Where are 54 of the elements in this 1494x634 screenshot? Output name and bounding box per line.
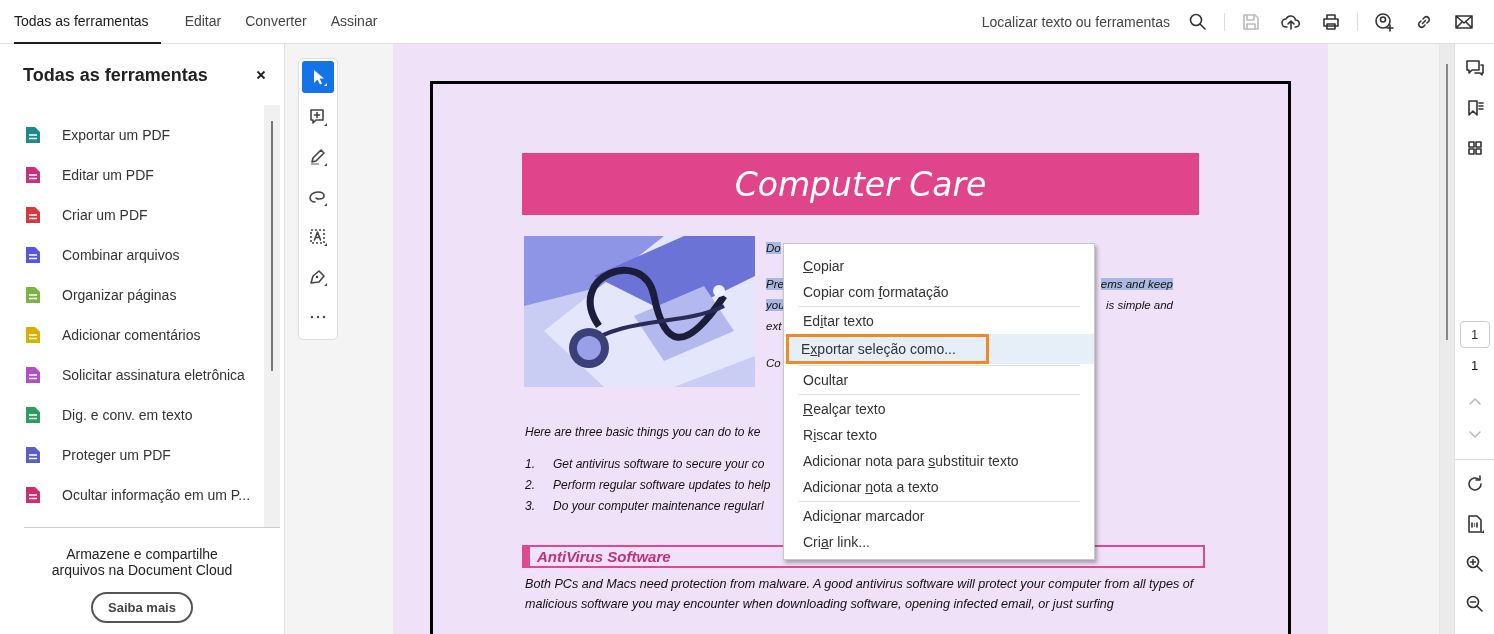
tab[interactable]: Converter xyxy=(233,0,319,44)
text-fragment: Co xyxy=(766,356,781,369)
menu-item[interactable]: Copiar com formatação xyxy=(786,279,1092,305)
text-fragment: ext xyxy=(766,319,782,332)
learn-more-button[interactable]: Saiba mais xyxy=(91,592,193,623)
menu-item[interactable]: Copiar xyxy=(786,253,1092,279)
tool-item[interactable]: Exportar um PDF xyxy=(24,115,264,155)
tab[interactable]: Todas as ferramentas xyxy=(14,0,161,44)
text-fragment: Pre xyxy=(766,277,784,290)
tool-item[interactable]: Solicitar assinatura eletrônica xyxy=(24,355,264,395)
scrollbar[interactable] xyxy=(264,105,280,527)
menu-item[interactable]: Adicionar nota para substituir texto xyxy=(786,448,1092,474)
menu-item[interactable]: Riscar texto xyxy=(786,422,1092,448)
tool-item[interactable]: Combinar arquivos xyxy=(24,235,264,275)
menu-item[interactable]: Realçar texto xyxy=(786,396,1092,422)
search-icon[interactable] xyxy=(1188,11,1208,32)
search-label[interactable]: Localizar texto ou ferramentas xyxy=(981,13,1170,30)
menu-item[interactable]: Adicionar nota a texto xyxy=(786,474,1092,500)
scrollbar[interactable] xyxy=(1439,44,1454,634)
page-count: 1 xyxy=(1470,358,1479,374)
panel-title: Todas as ferramentas xyxy=(23,64,208,86)
tool-item[interactable]: Proteger um PDF xyxy=(24,435,264,475)
menu-item[interactable]: Editar texto xyxy=(786,308,1092,334)
menu-item[interactable]: Ocultar xyxy=(786,367,1092,393)
list-number: 1. xyxy=(525,456,536,471)
page-number-field[interactable]: 1 xyxy=(1459,320,1490,349)
promo-text: Armazene e compartilhe arquivos na Document Cloud xyxy=(50,546,234,578)
zoom-in-icon[interactable] xyxy=(1464,554,1485,574)
close-icon[interactable] xyxy=(256,70,266,80)
title-banner: Computer Care xyxy=(522,153,1199,215)
tool-item[interactable]: Dig. e conv. em texto xyxy=(24,395,264,435)
list-text: Get antivirus software to secure your co xyxy=(553,456,765,471)
tool-item[interactable]: Editar um PDF xyxy=(24,155,264,195)
add-user-icon[interactable] xyxy=(1374,11,1394,32)
zoom-out-icon[interactable] xyxy=(1464,594,1485,614)
tab[interactable]: Assinar xyxy=(318,0,390,44)
text-fragment: is simple and xyxy=(1105,298,1173,311)
text-fragment: Do xyxy=(766,241,781,254)
tab[interactable]: Editar xyxy=(172,0,234,44)
text-fragment: ems and keep xyxy=(1100,277,1173,290)
body-text: Here are three basic things you can do to ke xyxy=(525,425,761,439)
body-text: Both PCs and Macs need protection from malware. A good antivirus software will protect your computer from all types of malicious software you may encounter when downloading software, opening infected email, or just surfing xyxy=(525,576,1195,613)
tool-item[interactable]: Criar um PDF xyxy=(24,195,264,235)
tool-item[interactable]: Adicionar comentários xyxy=(24,315,264,355)
tool-item[interactable]: Organizar páginas xyxy=(24,275,264,315)
menu-item[interactable]: Adicionar marcador xyxy=(786,503,1092,529)
pointer-icon[interactable] xyxy=(302,61,334,93)
tool-item[interactable]: Ocultar informação em um P... xyxy=(24,475,264,515)
list-number: 2. xyxy=(525,477,536,492)
comments-icon[interactable] xyxy=(1464,58,1485,78)
list-text: Perform regular software updates to help xyxy=(553,477,771,492)
list-text: Do your computer maintenance regularl xyxy=(553,498,764,513)
printer-icon[interactable] xyxy=(1321,11,1341,32)
list-number: 3. xyxy=(525,498,536,513)
